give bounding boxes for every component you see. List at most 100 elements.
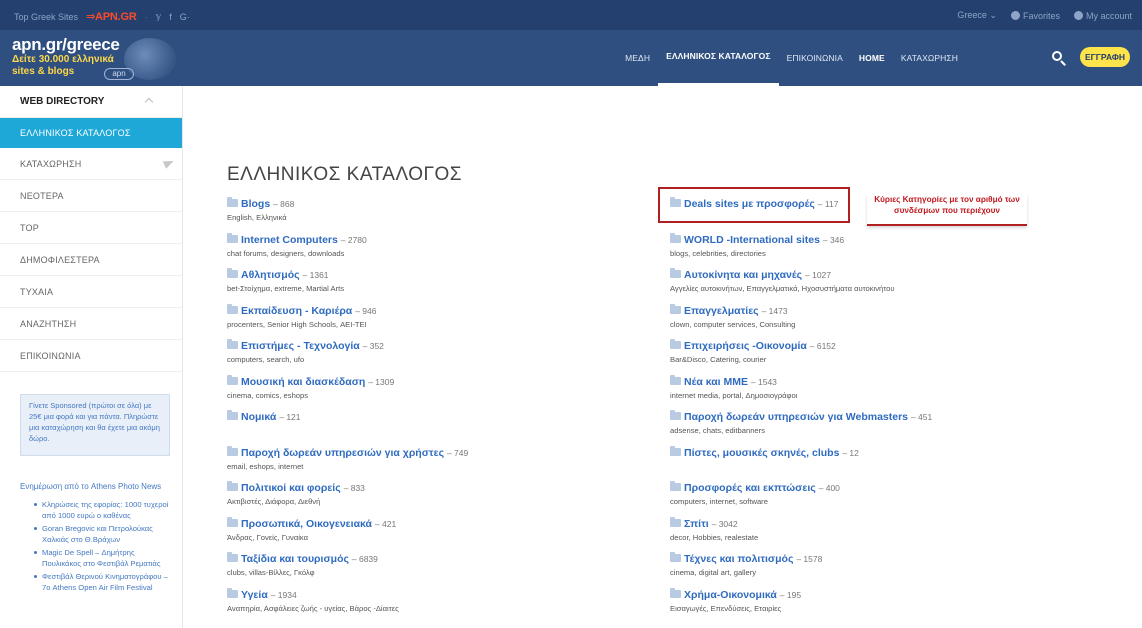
category-link[interactable]: Εκπαίδευση - Καριέρα [241,305,352,317]
category-link[interactable]: Πολιτικοί και φορείς [241,482,341,494]
category-link[interactable]: Ταξίδια και τουρισμός [241,553,349,565]
category-link[interactable]: Προσωπικά, Οικογενειακά [241,518,372,530]
sidebar-item-greek-catalog[interactable]: ΕΛΛΗΝΙΚΟΣ ΚΑΤΑΛΟΓΟΣ [0,118,182,148]
category-row: Επαγγελματίες – 1473 [670,303,1110,318]
folder-icon [670,587,681,598]
category-count: – 3042 [711,518,738,529]
nav-medh[interactable]: ΜΕΔΗ [617,30,658,86]
category-link[interactable]: Παροχή δωρεάν υπηρεσιών για χρήστες [241,447,444,459]
folder-icon [670,303,681,314]
category-link[interactable]: Τέχνες και πολιτισμός [684,553,793,565]
category-subcategories[interactable]: Αναπηρία, Ασφάλειες ζωής - υγείας, Βάρος… [227,604,667,613]
nav-submit[interactable]: ΚΑΤΑΧΩΡΗΣΗ [893,30,966,86]
sidebar-item-search[interactable]: ΑΝΑΖΗΤΗΣΗ [0,308,182,340]
category-link[interactable]: Επαγγελματίες [684,305,759,317]
category-row: Παροχή δωρεάν υπηρεσιών για χρήστες – 74… [227,445,667,460]
sidebar-item-submit[interactable]: ΚΑΤΑΧΩΡΗΣΗ [0,148,182,180]
category-link[interactable]: Blogs [241,198,270,210]
site-logo[interactable]: apn.gr/greece Δείτε 30.000 ελληνικά site… [12,36,176,82]
account-link[interactable]: My account [1073,10,1132,21]
category-subcategories[interactable]: computers, internet, software [670,497,1110,506]
news-item[interactable]: Κληρώσεις της εφορίας: 1000 τυχεροί από … [34,499,174,521]
favorites-link[interactable]: Favorites [1010,10,1060,21]
category-item: Νομικά – 121 [227,410,667,441]
category-link[interactable]: Μουσική και διασκέδαση [241,376,365,388]
category-subcategories[interactable]: Αγγελίες αυτοκινήτων, Επαγγελματικά, Ηχο… [670,284,1110,293]
register-button[interactable]: ΕΓΓΡΑΦΗ [1080,47,1130,67]
category-subcategories[interactable]: cinema, comics, eshops [227,391,667,400]
nav-contact[interactable]: ΕΠΙΚΟΙΝΩΝΙΑ [779,30,851,86]
news-title[interactable]: Ενημέρωση από το Athens Photo News [20,482,161,491]
apn-brand-link[interactable]: ⇒APN.GR [86,10,137,23]
nav-home[interactable]: HOME [851,30,893,86]
category-item: Υγεία – 1934 Αναπηρία, Ασφάλειες ζωής - υ… [227,587,667,619]
region-dropdown[interactable]: Greece ⌄ [957,10,997,21]
category-subcategories[interactable]: clubs, villas-Βίλλες, Γκόλφ [227,568,667,577]
category-link[interactable]: Πίστες, μουσικές σκηνές, clubs [684,447,839,459]
category-item: WORLD -International sites – 346 blogs, c… [670,232,1110,264]
sponsored-promo[interactable]: Γίνετε Sponsored (πρώτοι σε όλα) με 25€ … [20,394,170,456]
sidebar-item-random[interactable]: ΤΥΧΑΙΑ [0,276,182,308]
star-icon [1010,10,1020,20]
category-item: Σπίτι – 3042 decor, Hobbies, realestate [670,516,1110,548]
category-count: – 833 [343,483,365,493]
category-subcategories[interactable]: Εισαγωγές, Επενδύσεις, Εταιρίες [670,604,1110,613]
category-subcategories[interactable]: procenters, Senior High Schools, ΑΕΙ-ΤΕΙ [227,320,667,329]
folder-icon [227,481,238,491]
category-subcategories[interactable]: clown, computer services, Consulting [670,320,1110,329]
category-link[interactable]: Σπίτι [684,518,709,530]
category-link[interactable]: Internet Computers [241,234,338,246]
category-subcategories[interactable]: blogs, celebrities, directories [670,249,1110,258]
category-item: Επαγγελματίες – 1473 clown, computer serv… [670,303,1110,335]
category-item: Ταξίδια και τουρισμός – 6839 clubs, villa… [227,552,667,583]
category-subcategories[interactable]: Bar&Disco, Catering, courier [670,355,1110,364]
category-link[interactable]: Επιστήμες - Τεχνολογία [241,340,360,352]
news-item[interactable]: Φεστιβάλ Θερινού Κινηματογράφου – 7ο Ath… [34,571,174,593]
nav-greek-catalog[interactable]: ΕΛΛΗΝΙΚΟΣ ΚΑΤΑΛΟΓΟΣ [658,30,779,86]
sidebar-heading[interactable]: WEB DIRECTORY [0,86,182,118]
category-subcategories[interactable]: computers, search, ufo [227,355,667,364]
chevron-up-icon [144,97,154,107]
category-subcategories[interactable]: English, Ελληνικά [227,213,667,222]
search-icon[interactable] [1050,49,1068,67]
category-link[interactable]: Νέα και ΜΜΕ [684,376,748,388]
category-row: Προσωπικά, Οικογενειακά – 421 [227,516,667,531]
facebook-icon[interactable]: f [169,12,172,22]
category-row: Χρήμα-Οικονομικά – 195 [670,587,1110,602]
category-link[interactable]: WORLD -International sites [684,234,820,246]
category-item: Τέχνες και πολιτισμός – 1578 cinema, digi… [670,552,1110,583]
category-link[interactable]: Παροχή δωρεάν υπηρεσιών για Webmasters [684,411,908,423]
google-plus-icon[interactable]: G· [180,12,190,22]
twitter-icon[interactable]: 𝕪 [156,11,162,22]
category-count: – 12 [842,447,859,458]
category-subcategories[interactable]: chat forums, designers, downloads [227,249,667,258]
category-subcategories[interactable]: cinema, digital art, gallery [670,568,1110,577]
category-subcategories[interactable]: bet-Στοίχημα, extreme, Martial Arts [227,284,667,293]
category-count: – 1578 [796,554,823,564]
top-bar: Top Greek Sites ⇒APN.GR · 𝕪 f G· Greece … [0,0,1142,30]
divider: · [144,11,148,22]
category-subcategories[interactable]: internet media, portal, Δημοσιογράφοι [670,391,1110,400]
sidebar-item-top[interactable]: TOP [0,212,182,244]
category-link[interactable]: Υγεία [241,589,268,601]
category-subcategories[interactable]: Άνδρας, Γονείς, Γυναίκα [227,533,667,542]
category-subcategories[interactable]: decor, Hobbies, realestate [670,533,1110,542]
news-item[interactable]: Magic De Spell – Δημήτρης Πουλικάκος στο… [34,547,174,569]
folder-icon [227,197,238,207]
category-link[interactable]: Προσφορές και εκπτώσεις [684,482,816,494]
category-item: Αθλητισμός – 1361 bet-Στοίχημα, extreme, … [227,268,667,299]
category-subcategories[interactable]: Ακτιβιστές, Διάφορα, Διεθνή [227,497,667,506]
sidebar-item-popular[interactable]: ΔΗΜΟΦΙΛΕΣΤΕΡΑ [0,244,182,276]
category-subcategories[interactable]: adsense, chats, editbanners [670,426,1110,435]
sidebar-item-newest[interactable]: ΝΕΟΤΕΡΑ [0,180,182,212]
category-subcategories[interactable]: email, eshops, internet [227,462,667,471]
top-sites-label: Top Greek Sites [14,11,79,22]
category-link[interactable]: Αθλητισμός [241,269,300,281]
category-link[interactable]: Χρήμα-Οικονομικά [684,589,777,601]
category-link[interactable]: Αυτοκίνητα και μηχανές [684,269,802,281]
sidebar-item-contact[interactable]: ΕΠΙΚΟΙΝΩΝΙΑ [0,340,182,372]
category-link[interactable]: Επιχειρήσεις -Οικονομία [684,340,807,352]
apn-mark-icon: apn [104,68,134,80]
news-item[interactable]: Goran Bregovic και Πετρολούκας Χαλκιάς σ… [34,523,174,545]
category-link[interactable]: Νομικά [241,411,276,423]
